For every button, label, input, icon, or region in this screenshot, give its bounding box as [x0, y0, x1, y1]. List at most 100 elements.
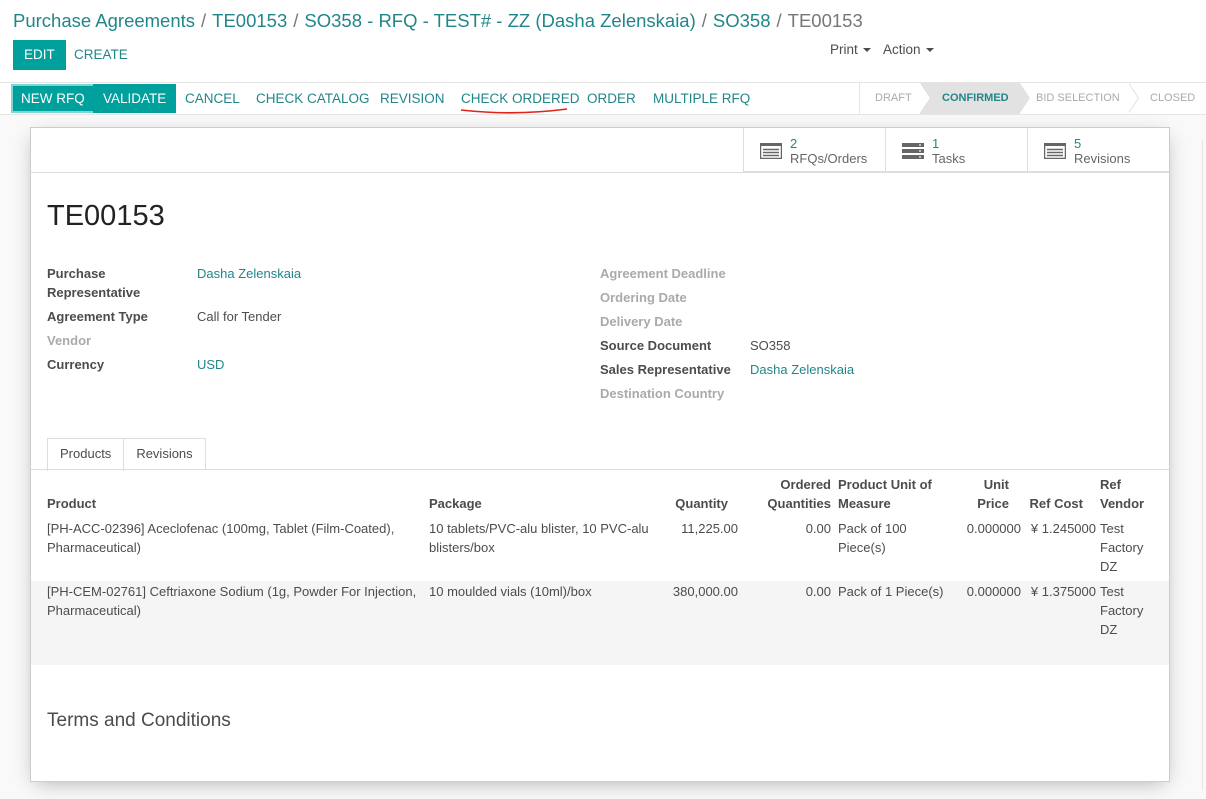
- col-product[interactable]: Product: [47, 494, 96, 513]
- breadcrumb-item-purchase-agreements[interactable]: Purchase Agreements: [13, 10, 195, 31]
- tasks-label: Tasks: [932, 151, 966, 166]
- tasks-icon: [902, 143, 924, 159]
- row-product-line2: Pharmaceutical): [47, 603, 141, 618]
- currency-value[interactable]: USD: [197, 357, 224, 372]
- row-product-line2: Pharmaceutical): [47, 540, 141, 555]
- notebook-tabs: Products Revisions: [47, 438, 206, 471]
- revisions-button[interactable]: 5 Revisions: [1027, 128, 1169, 172]
- row-vendor: Test: [1100, 584, 1124, 599]
- divider: [31, 172, 1169, 173]
- row-ordered: 0.00: [805, 521, 831, 536]
- row-quantity: 380,000.00: [672, 584, 738, 599]
- record-title: TE00153: [47, 200, 165, 232]
- col-uom-line2[interactable]: Measure: [838, 494, 891, 513]
- print-dropdown[interactable]: Print: [830, 42, 871, 57]
- col-ordered[interactable]: Ordered: [751, 475, 831, 494]
- col-unit-price-line2[interactable]: Price: [951, 494, 1009, 513]
- stage-bid-selection-label: BID SELECTION: [1036, 92, 1120, 104]
- agreement-type-value: Call for Tender: [197, 309, 282, 324]
- col-uom[interactable]: Product Unit of: [838, 475, 932, 494]
- scrollbar[interactable]: [1202, 140, 1206, 790]
- stage-confirmed-label: CONFIRMED: [942, 92, 1009, 104]
- list-icon: [760, 143, 782, 159]
- stage-closed-label: CLOSED: [1150, 92, 1196, 104]
- col-quantity[interactable]: Quantity: [631, 494, 728, 513]
- create-button[interactable]: CREATE: [74, 40, 128, 70]
- source-document-value: SO358: [750, 338, 791, 353]
- action-label: Action: [883, 42, 921, 57]
- rfqs-orders-label: RFQs/Orders: [790, 151, 868, 166]
- purchase-rep-label: Purchase: [47, 266, 106, 281]
- purchase-rep-value[interactable]: Dasha Zelenskaia: [197, 266, 301, 281]
- table-empty-row: [31, 641, 1169, 665]
- row-product: [PH-CEM-02761] Ceftriaxone Sodium (1g, P…: [47, 584, 417, 599]
- col-ref-vendor[interactable]: Ref: [1100, 475, 1121, 494]
- row-vendor-line2: Factory: [1100, 540, 1144, 555]
- breadcrumb-separator: /: [776, 10, 782, 31]
- tab-products[interactable]: Products: [47, 438, 125, 471]
- row-ref-cost: ¥ 1.375000: [1030, 584, 1096, 599]
- stage-closed[interactable]: CLOSED: [1128, 83, 1206, 114]
- row-vendor: Test: [1100, 521, 1124, 536]
- revisions-label: Revisions: [1074, 151, 1131, 166]
- col-unit-price[interactable]: Unit: [951, 475, 1009, 494]
- breadcrumb-current: TE00153: [787, 10, 863, 31]
- agreement-type-label: Agreement Type: [47, 309, 148, 324]
- rfqs-orders-count: 2: [790, 136, 798, 151]
- smart-button-box: 2 RFQs/Orders 1 Tasks 5 Revisions: [743, 128, 1169, 172]
- row-vendor-line3: DZ: [1100, 622, 1118, 637]
- col-ref-cost[interactable]: Ref Cost: [1016, 494, 1083, 513]
- row-package: 10 tablets/PVC-alu blister, 10 PVC-alu: [429, 521, 649, 536]
- tab-revisions[interactable]: Revisions: [124, 438, 206, 470]
- validate-button[interactable]: VALIDATE: [93, 84, 177, 113]
- purchase-rep-label-line2: Representative: [47, 285, 141, 300]
- check-catalog-button[interactable]: CHECK CATALOG: [256, 84, 370, 113]
- list-icon: [1044, 143, 1066, 159]
- sales-rep-label: Sales Representative: [600, 362, 731, 377]
- form-sheet: 2 RFQs/Orders 1 Tasks 5 Revisions TE0015…: [30, 127, 1170, 782]
- delivery-date-label: Delivery Date: [600, 314, 683, 329]
- row-vendor-line2: Factory: [1100, 603, 1144, 618]
- row-uom: Pack of 100: [838, 521, 907, 536]
- table-row[interactable]: [PH-ACC-02396] Aceclofenac (100mg, Table…: [31, 518, 1169, 578]
- breadcrumb-item-rfq[interactable]: SO358 - RFQ - TEST# - ZZ (Dasha Zelenska…: [304, 10, 695, 31]
- multiple-rfq-button[interactable]: MULTIPLE RFQ: [653, 84, 750, 113]
- rfqs-orders-button[interactable]: 2 RFQs/Orders: [743, 128, 885, 172]
- col-ordered-line2[interactable]: Quantities: [751, 494, 831, 513]
- row-quantity: 11,225.00: [681, 521, 738, 536]
- source-document-label: Source Document: [600, 338, 712, 353]
- statusbar: NEW RFQ VALIDATE CANCEL CHECK CATALOG RE…: [0, 82, 1206, 115]
- agreement-deadline-label: Agreement Deadline: [600, 266, 726, 281]
- stage-pipeline: DRAFT CONFIRMED BID SELECTION CLOSED: [859, 83, 1206, 114]
- breadcrumb-item-te00153[interactable]: TE00153: [212, 10, 287, 31]
- sales-rep-value[interactable]: Dasha Zelenskaia: [750, 362, 854, 377]
- row-package-line2: blisters/box: [429, 540, 495, 555]
- stage-confirmed[interactable]: CONFIRMED: [920, 83, 1030, 114]
- row-ordered: 0.00: [805, 584, 831, 599]
- col-package[interactable]: Package: [429, 494, 482, 513]
- cancel-button[interactable]: CANCEL: [185, 84, 240, 113]
- breadcrumb-item-so358[interactable]: SO358: [713, 10, 771, 31]
- edit-button[interactable]: EDIT: [13, 40, 66, 70]
- revision-button[interactable]: REVISION: [380, 84, 445, 113]
- order-button[interactable]: ORDER: [587, 84, 636, 113]
- col-ref-vendor-line2[interactable]: Vendor: [1100, 494, 1144, 513]
- new-rfq-button[interactable]: NEW RFQ: [11, 84, 95, 113]
- currency-label: Currency: [47, 357, 105, 372]
- caret-down-icon: [862, 48, 871, 53]
- action-dropdown[interactable]: Action: [883, 42, 934, 57]
- row-unit-price: 0.000000: [966, 584, 1021, 599]
- stage-bid-selection[interactable]: BID SELECTION: [1020, 83, 1139, 114]
- products-table-header: Product Package Quantity Ordered Quantit…: [31, 470, 1169, 518]
- terms-heading: Terms and Conditions: [47, 710, 231, 731]
- destination-country-label: Destination Country: [600, 386, 725, 401]
- breadcrumb-separator: /: [701, 10, 707, 31]
- breadcrumb-separator: /: [293, 10, 299, 31]
- table-row[interactable]: [PH-CEM-02761] Ceftriaxone Sodium (1g, P…: [31, 581, 1169, 641]
- row-vendor-line3: DZ: [1100, 559, 1118, 574]
- tasks-button[interactable]: 1 Tasks: [885, 128, 1027, 172]
- stage-draft[interactable]: DRAFT: [860, 83, 931, 114]
- row-uom: Pack of 1 Piece(s): [838, 584, 944, 599]
- print-label: Print: [830, 42, 858, 57]
- control-panel: Purchase Agreements / TE00153/SO358 - RFQ …: [0, 0, 1206, 82]
